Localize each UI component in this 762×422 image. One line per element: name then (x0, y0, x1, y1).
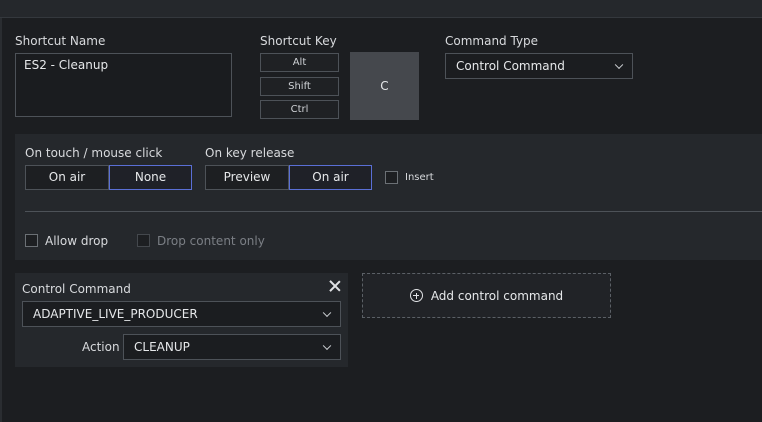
action-value: CLEANUP (134, 340, 190, 354)
chevron-down-icon (322, 341, 332, 351)
control-command-select[interactable]: ADAPTIVE_LIVE_PRODUCER (22, 301, 341, 327)
action-select[interactable]: CLEANUP (123, 334, 341, 360)
shortcut-name-label: Shortcut Name (15, 34, 106, 48)
close-icon[interactable] (328, 279, 342, 293)
drop-content-only-label: Drop content only (157, 234, 265, 248)
insert-checkbox[interactable] (385, 171, 398, 184)
plus-circle-icon (409, 289, 423, 302)
touch-none-option[interactable]: None (109, 165, 192, 190)
control-command-value: ADAPTIVE_LIVE_PRODUCER (33, 307, 198, 321)
chevron-down-icon (322, 308, 332, 318)
release-label: On key release (205, 146, 295, 160)
touch-label: On touch / mouse click (25, 146, 163, 160)
shift-modifier-button[interactable]: Shift (260, 77, 339, 96)
release-preview-option[interactable]: Preview (205, 165, 289, 190)
ctrl-modifier-button[interactable]: Ctrl (260, 100, 339, 119)
command-type-label: Command Type (445, 34, 539, 48)
allow-drop-label: Allow drop (45, 234, 109, 248)
chevron-down-icon (614, 60, 624, 70)
drop-content-only-checkbox[interactable] (137, 234, 150, 247)
touch-onair-option[interactable]: On air (25, 165, 109, 190)
action-label: Action (82, 340, 120, 354)
window-top-bar (0, 0, 762, 18)
command-type-value: Control Command (456, 59, 565, 73)
add-control-command-button[interactable]: Add control command (362, 273, 611, 318)
main-key-button[interactable]: C (350, 52, 419, 120)
command-type-select[interactable]: Control Command (445, 53, 633, 79)
alt-modifier-button[interactable]: Alt (260, 53, 339, 72)
shortcut-name-input[interactable]: ES2 - Cleanup (15, 53, 232, 117)
release-onair-option[interactable]: On air (289, 165, 372, 190)
add-control-command-label: Add control command (430, 288, 564, 303)
insert-label: Insert (405, 172, 434, 183)
divider (25, 211, 762, 212)
shortcut-key-label: Shortcut Key (260, 34, 337, 48)
allow-drop-checkbox[interactable] (25, 234, 38, 247)
left-edge (0, 18, 2, 422)
control-command-title: Control Command (22, 282, 131, 296)
